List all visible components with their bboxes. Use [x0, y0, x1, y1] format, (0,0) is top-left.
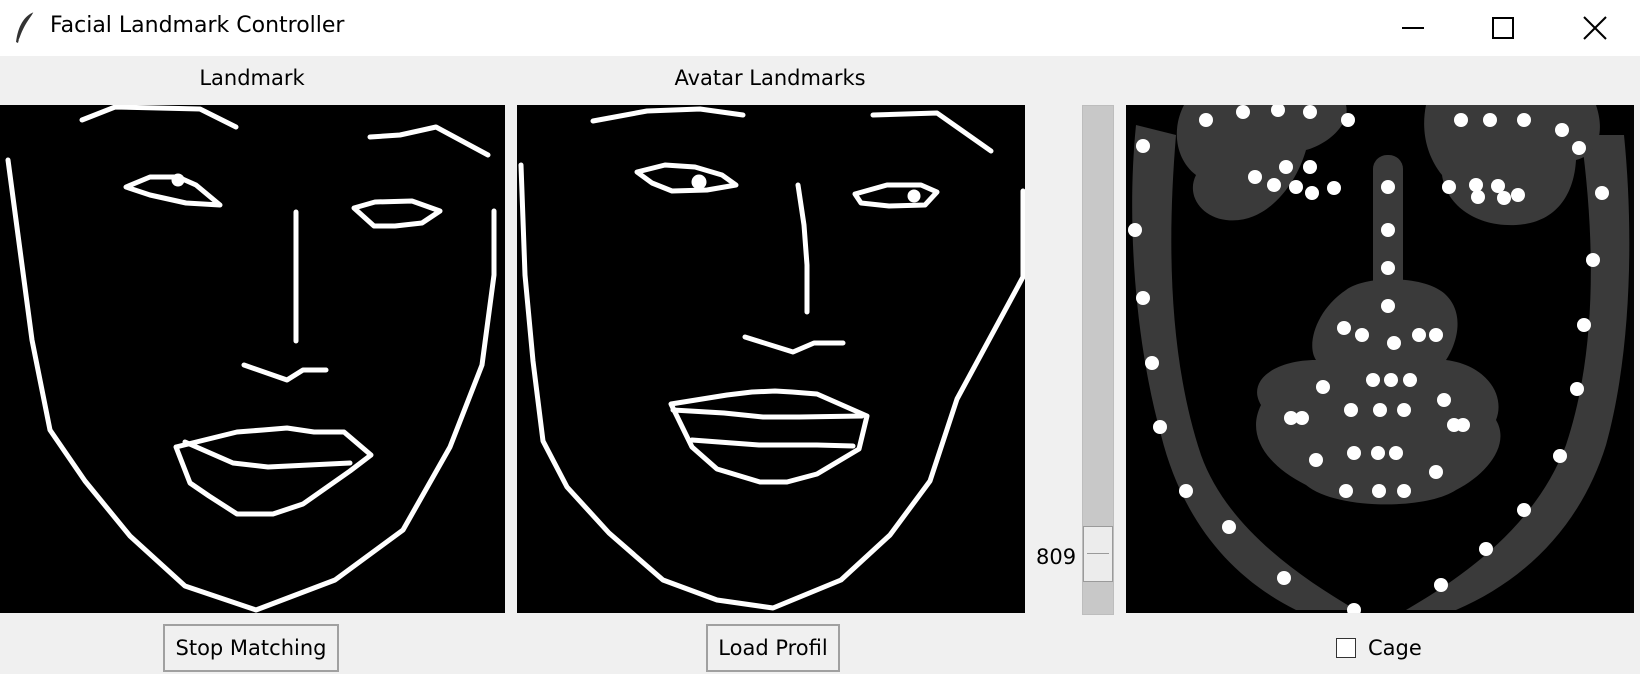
- avatar-face-drawing: [518, 106, 1025, 611]
- avatar-landmarks-label: Avatar Landmarks: [674, 66, 866, 90]
- avatar-landmarks-canvas[interactable]: [517, 105, 1025, 613]
- cage-checkbox-label: Cage: [1368, 636, 1422, 660]
- stop-matching-button[interactable]: Stop Matching: [163, 624, 339, 672]
- vertical-slider-thumb[interactable]: [1083, 526, 1113, 582]
- cage-checkbox[interactable]: [1336, 638, 1356, 658]
- title-bar: Facial Landmark Controller: [0, 0, 1640, 56]
- landmark-face-drawing: [5, 105, 497, 613]
- minimize-button[interactable]: [1376, 0, 1450, 56]
- feather-icon: [12, 10, 40, 46]
- close-icon: [1583, 16, 1607, 40]
- slider-value: 809: [1036, 545, 1077, 569]
- window-title: Facial Landmark Controller: [50, 13, 345, 38]
- minimize-icon: [1402, 27, 1424, 29]
- landmark-label: Landmark: [199, 66, 305, 90]
- cage-checkbox-group[interactable]: Cage: [1336, 633, 1422, 663]
- point-cloud-drawing: [1128, 105, 1630, 613]
- point-cloud-canvas[interactable]: [1126, 105, 1634, 613]
- load-profil-button[interactable]: Load Profil: [706, 624, 840, 672]
- maximize-button[interactable]: [1466, 0, 1540, 56]
- landmark-canvas[interactable]: [0, 105, 505, 613]
- close-button[interactable]: [1558, 0, 1632, 56]
- maximize-icon: [1492, 17, 1514, 39]
